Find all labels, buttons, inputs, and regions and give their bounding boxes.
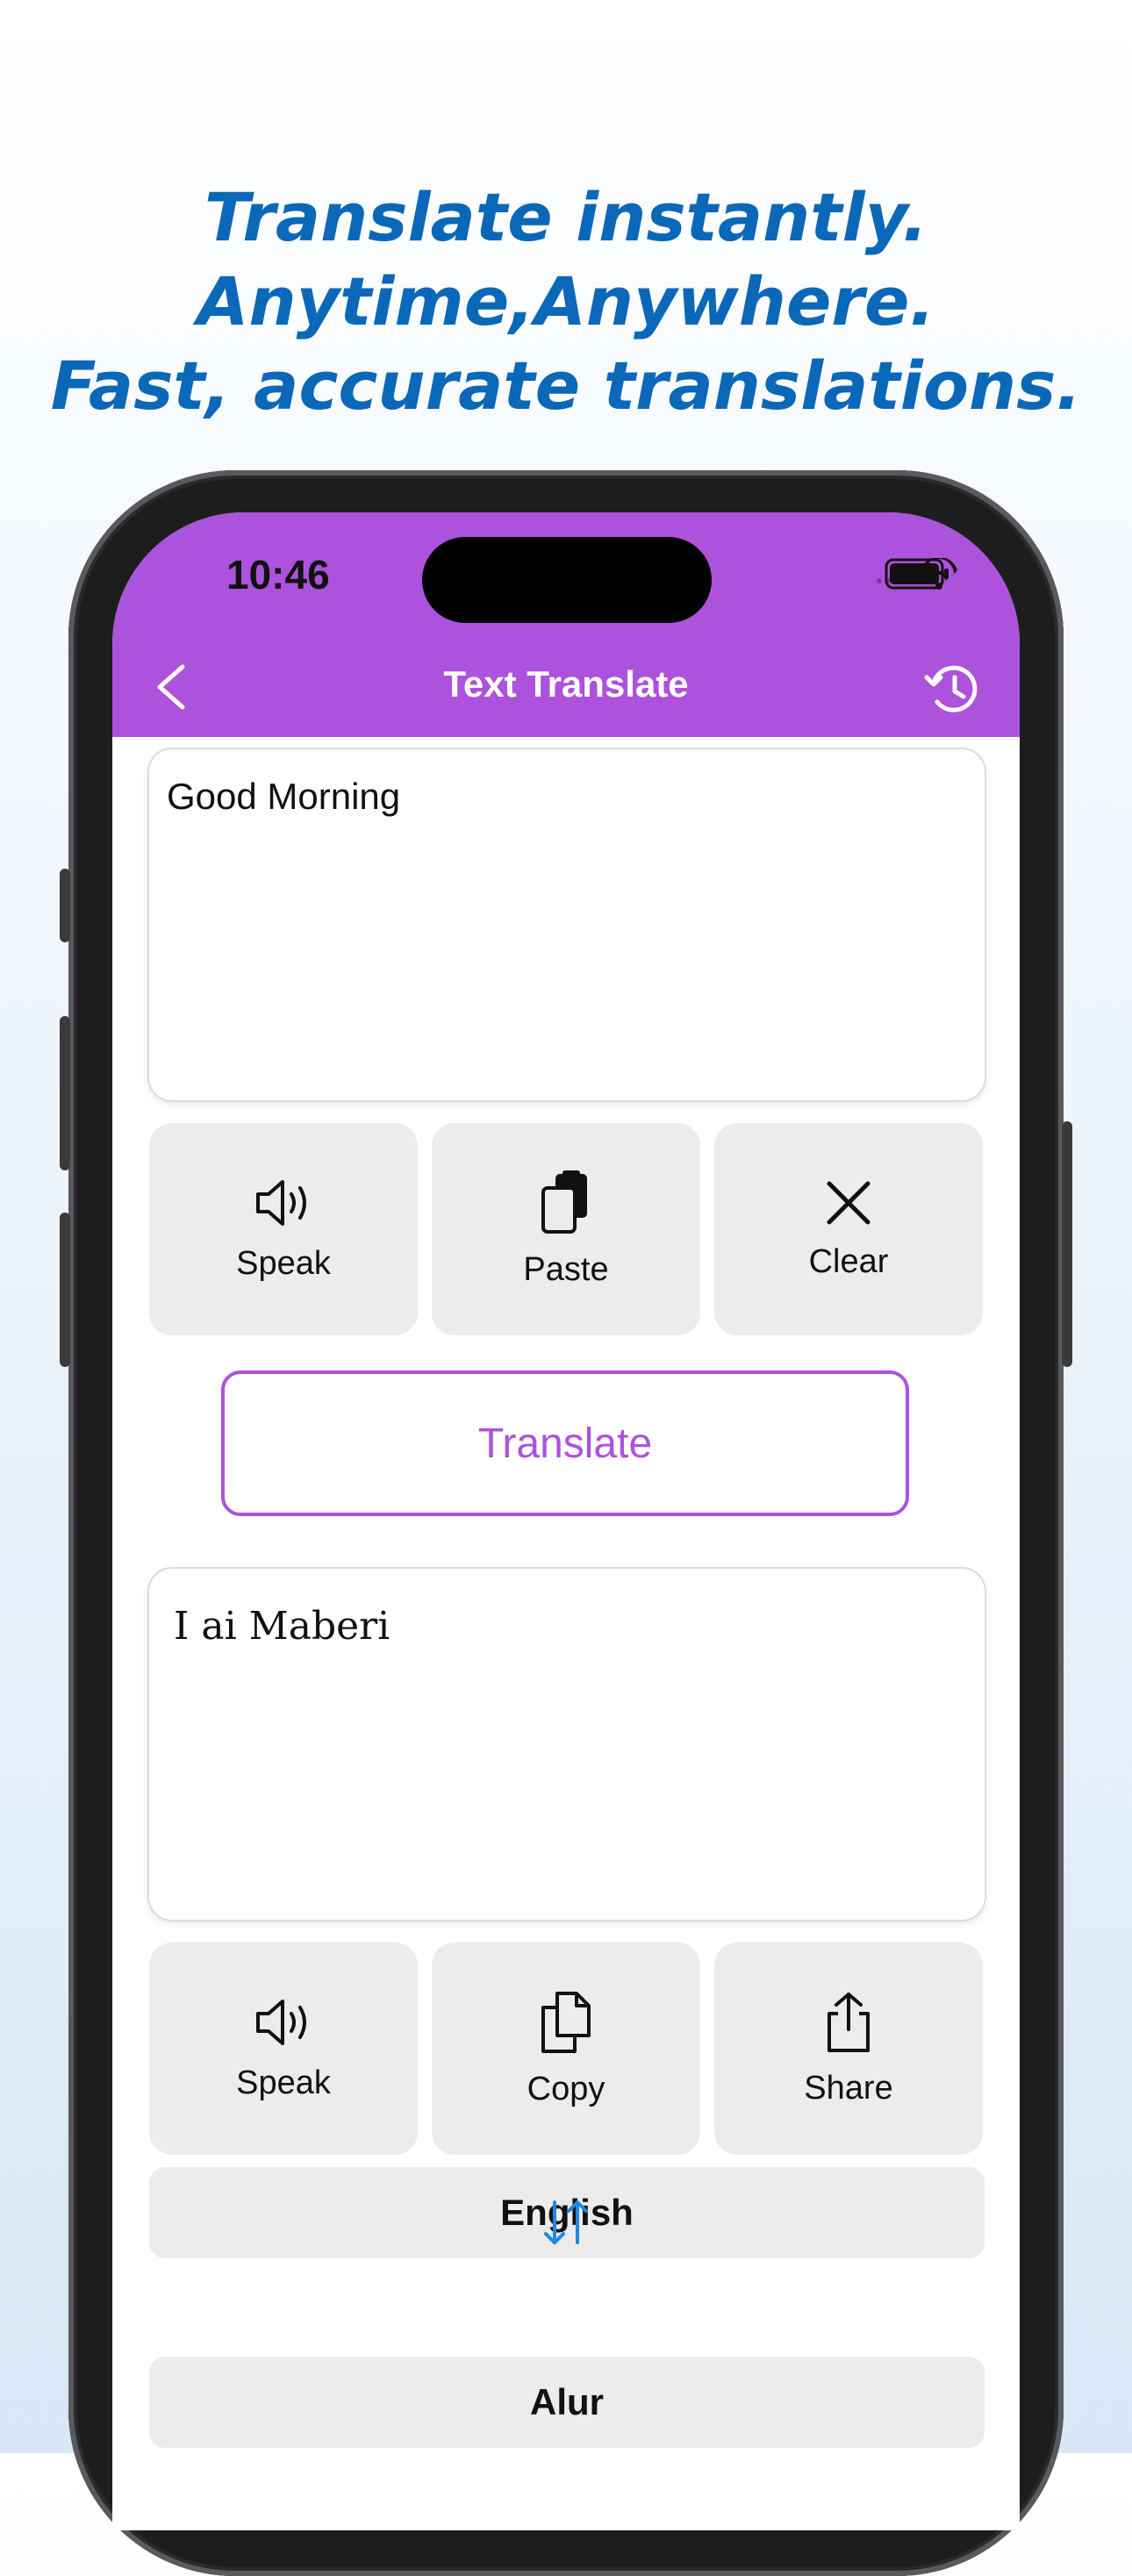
copy-icon (541, 1991, 591, 2053)
share-label: Share (804, 2069, 893, 2107)
paste-icon (541, 1170, 587, 1234)
share-icon (828, 1992, 870, 2052)
status-time: 10:46 (226, 552, 330, 597)
close-icon (827, 1181, 870, 1224)
paste-button[interactable]: Paste (432, 1123, 700, 1335)
phone-side-button (60, 1213, 70, 1367)
headline-line-2: Anytime,Anywhere. (197, 262, 935, 340)
translated-text-field[interactable]: I ai Maberi (149, 1569, 985, 1920)
share-button[interactable]: Share (714, 1943, 983, 2155)
speak-label: Speak (236, 1244, 331, 1282)
clear-button[interactable]: Clear (714, 1123, 983, 1335)
speak-label: Speak (236, 2064, 331, 2101)
speaker-icon (256, 1179, 306, 1226)
phone-side-button (60, 869, 70, 942)
speak-translation-button[interactable]: Speak (149, 1943, 418, 2155)
phone-side-button (60, 1016, 70, 1170)
paste-label: Paste (523, 1250, 609, 1288)
copy-button[interactable]: Copy (432, 1943, 700, 2155)
headline-line-3: Fast, accurate translations. (50, 347, 1082, 425)
translated-text-value: I ai Maberi (174, 1604, 390, 1649)
app-screen: 10:46 Text Translate Good Morning Speak … (112, 512, 1020, 2530)
history-button[interactable] (921, 658, 983, 719)
phone-power-button (1062, 1121, 1072, 1367)
page-title: Text Translate (443, 663, 689, 705)
translate-button[interactable]: Translate (221, 1370, 909, 1516)
swap-arrows-icon (544, 2200, 588, 2244)
source-text-value[interactable]: Good Morning (167, 776, 400, 818)
speak-source-button[interactable]: Speak (149, 1123, 418, 1335)
battery-icon (885, 558, 949, 590)
speaker-icon (256, 1999, 306, 2045)
top-bar: 10:46 Text Translate (112, 512, 1020, 737)
target-language-selector[interactable]: Alur (149, 2357, 985, 2448)
copy-label: Copy (527, 2070, 605, 2107)
swap-languages-button[interactable] (539, 2195, 593, 2250)
clear-label: Clear (808, 1242, 889, 1280)
source-text-field[interactable]: Good Morning (149, 749, 985, 1100)
promo-headline: Translate instantly. Anytime,Anywhere. F… (0, 175, 1132, 428)
dynamic-island (422, 537, 712, 623)
headline-line-1: Translate instantly. (204, 178, 928, 256)
history-icon (924, 665, 978, 712)
